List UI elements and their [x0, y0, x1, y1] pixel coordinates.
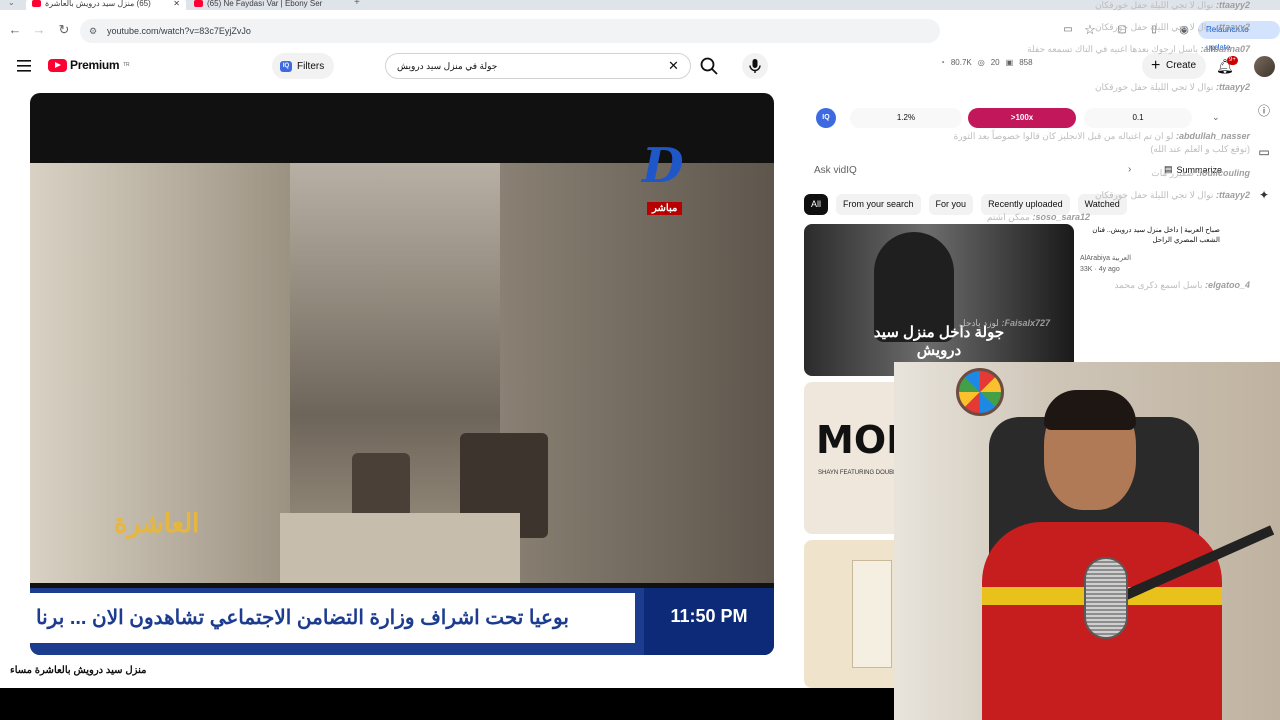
recommended-thumbnail[interactable]: جولة داخل منزل سيد درويش [804, 224, 1074, 376]
comments-icon[interactable]: ▭ [1256, 145, 1272, 161]
tab-search-icon[interactable]: ⌄ [8, 0, 15, 7]
youtube-favicon-icon [194, 0, 203, 7]
account-avatar[interactable] [1254, 56, 1275, 77]
street [280, 513, 520, 583]
forward-icon[interactable]: → [31, 22, 47, 38]
sidebar-icon[interactable]: ▯ [1146, 22, 1162, 38]
chevron-right-icon[interactable]: › [1128, 164, 1131, 175]
chevron-down-icon[interactable]: ⌄ [1212, 112, 1220, 123]
program-logo: العاشرة [114, 508, 200, 538]
tab-label: (65) Ne Faydası Var | Ebony Ser [207, 0, 323, 8]
site-info-icon[interactable]: ⚙ [89, 19, 97, 43]
vidiq-badge[interactable]: IQ [816, 108, 836, 128]
webcam-overlay [894, 362, 1280, 720]
views-count: 80.7K [950, 58, 972, 67]
bottom-black-bar [0, 688, 896, 720]
vidiq-icon: IQ [280, 60, 292, 72]
search-query: جولة في منزل سيد درويش [397, 61, 498, 71]
recommended-age: 4y ago [1098, 266, 1120, 273]
voice-search-button[interactable] [742, 53, 768, 79]
menu-icon[interactable] [17, 60, 31, 72]
notification-badge: 9+ [1227, 56, 1238, 65]
chip-from-your-search[interactable]: From your search [836, 194, 921, 215]
ticker-time: 11:50 PM [644, 588, 774, 655]
summarize-label: Summarize [1176, 164, 1223, 175]
video-stats: ◔ 80.7K ◎ 20 ▣ 858 [940, 58, 1033, 67]
channel-d-logo: D [642, 138, 684, 194]
chat-message: elgatoo_4: باسل اسمع ذكرى محمد [1114, 280, 1250, 290]
ask-vidiq-input[interactable]: Ask vidIQ [806, 160, 1148, 182]
summarize-button[interactable]: ▤ Summarize [1164, 164, 1222, 175]
chip-for-you[interactable]: For you [928, 194, 974, 215]
chip-watched[interactable]: Watched [1077, 194, 1127, 215]
extensions-icon[interactable]: ▢ [1114, 22, 1130, 38]
tab-label: (65) منزل سيد درويش بالعاشرة [45, 0, 151, 8]
relaunch-button[interactable]: Relaunch to update [1198, 21, 1280, 52]
clear-search-icon[interactable]: ✕ [668, 58, 679, 74]
microphone-icon [749, 59, 761, 73]
prize-wheel-icon [956, 368, 1004, 416]
new-tab-icon[interactable]: + [354, 0, 360, 8]
create-button[interactable]: Create [1142, 53, 1206, 79]
book-icon: ▤ [1164, 164, 1173, 174]
bookmark-star-icon[interactable]: ☆ [1082, 22, 1098, 38]
ticker-text: بوعيا تحت اشراف وزارة التضامن الاجتماعي … [30, 593, 635, 643]
youtube-header: Premium TR IQ Filters جولة في منزل سيد د… [0, 50, 1280, 84]
tab-close-icon[interactable]: ✕ [173, 0, 180, 8]
back-icon[interactable]: ← [7, 22, 23, 38]
recommended-views: 33K [1080, 266, 1093, 273]
live-badge: مباشر [647, 202, 683, 215]
video-player[interactable]: D مباشر العاشرة بوعيا تحت اشراف وزارة ال… [30, 93, 774, 655]
reload-icon[interactable]: ↻ [56, 22, 72, 38]
filters-button[interactable]: IQ Filters [272, 53, 334, 79]
streamer-hair [1044, 390, 1136, 430]
search-input[interactable]: جولة في منزل سيد درويش [385, 53, 691, 79]
comments-count: 858 [1019, 58, 1033, 67]
info-icon[interactable]: ⓘ [1256, 102, 1272, 118]
news-ticker: بوعيا تحت اشراف وزارة التضامن الاجتماعي … [30, 588, 774, 655]
chip-all[interactable]: All [804, 194, 829, 215]
microphone-icon [1084, 557, 1128, 639]
recommended-title[interactable]: صباح العربية | داخل منزل سيد درويش.. فنا… [1080, 226, 1220, 246]
browser-tab[interactable]: (65) Ne Faydası Var | Ebony Ser [188, 0, 348, 10]
brand-label: Premium [70, 58, 120, 72]
likes-icon: ◎ [977, 58, 985, 67]
url-text: youtube.com/watch?v=83c7EyjZvJo [107, 26, 251, 36]
video-title: منزل سيد درويش بالعاشرة مساء [10, 665, 147, 676]
vidiq-stat-outlier: >100x [968, 108, 1076, 128]
vidiq-stat-engagement: 1.2% [850, 108, 962, 128]
youtube-premium-logo[interactable]: Premium TR [48, 58, 130, 72]
comments-icon: ▣ [1005, 58, 1014, 67]
profile-icon[interactable]: ◉ [1176, 22, 1192, 38]
youtube-play-icon [48, 58, 67, 72]
search-icon[interactable] [698, 55, 720, 77]
recommended-meta: 33K · 4y ago [1080, 266, 1120, 273]
recommended-channel[interactable]: AlArabiya العربية [1080, 254, 1131, 262]
chip-recently-uploaded[interactable]: Recently uploaded [981, 194, 1070, 215]
thumbnail-caption: جولة داخل منزل سيد درويش [873, 324, 1005, 359]
book-cover [852, 560, 892, 668]
browser-tab-active[interactable]: (65) منزل سيد درويش بالعاشرة ✕ [26, 0, 186, 10]
views-icon: ◔ [940, 58, 945, 67]
browser-toolbar: ← → ↻ ⚙ youtube.com/watch?v=83c7EyjZvJo … [0, 10, 1280, 52]
vidiq-stat-vph: 0.1 [1084, 108, 1192, 128]
filters-label: Filters [297, 60, 325, 72]
youtube-favicon-icon [32, 0, 41, 7]
cast-icon[interactable]: ▭ [1060, 22, 1076, 38]
browser-tab-strip: ⌄ (65) منزل سيد درويش بالعاشرة ✕ (65) Ne… [0, 0, 1280, 10]
likes-count: 20 [990, 58, 1000, 67]
sparkle-icon[interactable]: ✦ [1256, 188, 1272, 204]
brand-region: TR [123, 62, 130, 68]
filter-chips: All From your search For you Recently up… [804, 194, 1127, 216]
address-bar[interactable]: ⚙ youtube.com/watch?v=83c7EyjZvJo [80, 19, 940, 43]
